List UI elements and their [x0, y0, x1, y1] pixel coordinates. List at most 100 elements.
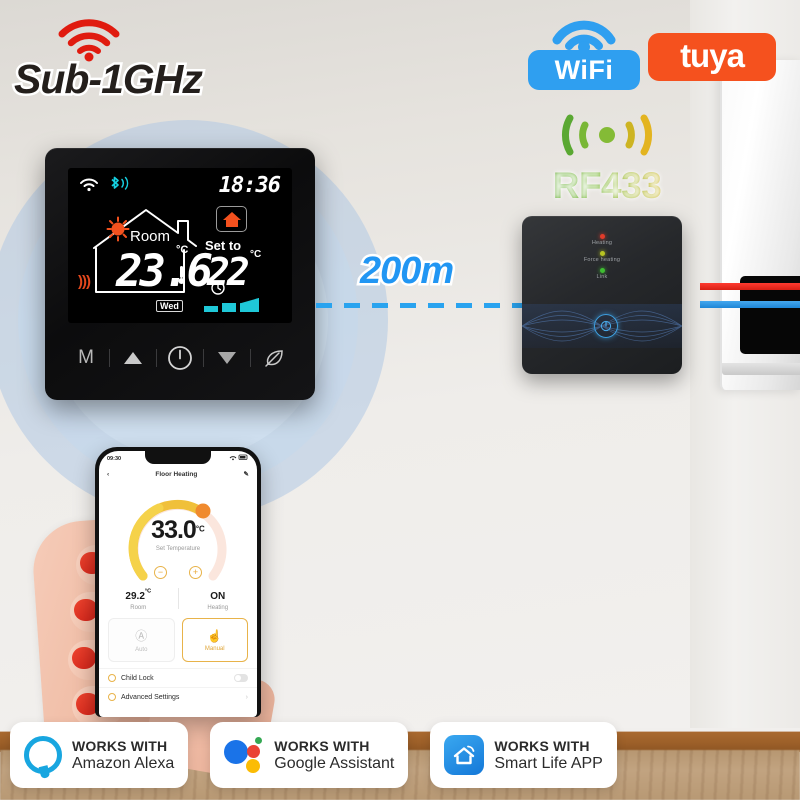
fan-speed-bars: [204, 298, 259, 312]
smartphone[interactable]: 09:30 ‹ Floor Heating ✎ 33.0°C Set Tempe…: [95, 447, 261, 717]
pencil-icon[interactable]: ✎: [244, 470, 249, 478]
advanced-settings-row[interactable]: Advanced Settings ›: [99, 687, 257, 706]
product-marketing-image: Sub-1GHz WiFi tuya RF433 18:36))) Room …: [0, 0, 800, 800]
link-led-label: Link: [596, 274, 608, 280]
room-unit: °C: [144, 588, 152, 595]
advanced-settings-label: Advanced Settings: [121, 693, 180, 701]
heating-value: ON: [210, 591, 226, 602]
lcd-set-unit: °C: [250, 249, 262, 260]
smartlife-name: Smart Life APP: [494, 754, 603, 772]
wifi-icon: [79, 177, 99, 197]
chevron-right-icon: ›: [245, 693, 248, 701]
temperature-dial[interactable]: 33.0°C Set Temperature − +: [99, 482, 257, 584]
back-chevron-icon[interactable]: ‹: [107, 471, 109, 478]
heating-readout-label: Heating: [207, 605, 229, 611]
mode-button[interactable]: M: [68, 347, 104, 369]
app-header: ‹ Floor Heating ✎: [99, 466, 257, 482]
button-divider: [109, 349, 110, 367]
fan-bar-low: [204, 306, 218, 312]
down-button[interactable]: [209, 351, 245, 365]
power-button[interactable]: [162, 345, 198, 371]
heating-led-label: Heating: [591, 240, 613, 246]
phone-readouts: 29.2°C Room ON Heating: [99, 586, 257, 611]
google-text: WORKS WITH Google Assistant: [274, 738, 394, 773]
rf433-label: RF433: [532, 165, 682, 207]
thermostat-device[interactable]: 18:36 ))) Room 23.6 °C Set to 22 °C Wed …: [45, 148, 315, 400]
smartlife-works-with: WORKS WITH: [494, 737, 590, 754]
hot-water-pipe: [700, 283, 800, 290]
alexa-name: Amazon Alexa: [72, 754, 175, 772]
home-icon: [216, 206, 247, 232]
smart-life-text: WORKS WITH Smart Life APP: [494, 738, 603, 773]
child-lock-icon: [108, 674, 116, 682]
auto-mode-button[interactable]: Ⓐ Auto: [108, 618, 175, 662]
dial-adjust-buttons: − +: [99, 566, 257, 579]
distance-label: 200m: [357, 248, 456, 295]
google-assistant-icon: [224, 736, 264, 774]
heating-led: [599, 234, 605, 239]
thermostat-lcd-screen: 18:36 ))) Room 23.6 °C Set to 22 °C Wed: [68, 168, 292, 323]
app-title: Floor Heating: [155, 470, 198, 478]
wifi-badge: WiFi: [528, 14, 640, 90]
amazon-alexa-icon: [24, 736, 62, 774]
sub1ghz-label: Sub-1GHz: [12, 54, 206, 105]
lcd-day-badge: Wed: [156, 300, 183, 312]
button-divider: [156, 349, 157, 367]
power-icon[interactable]: [594, 314, 618, 338]
rf433-badge: RF433: [532, 112, 682, 206]
cold-water-pipe: [700, 301, 800, 308]
manual-mode-button[interactable]: ☝ Manual: [181, 618, 248, 662]
receiver-led-panel: Heating Force heating Link: [522, 234, 682, 285]
lcd-room-label: Room: [130, 228, 171, 245]
lcd-room-temperature: 23.6: [116, 246, 213, 297]
smart-life-badge: WORKS WITH Smart Life APP: [430, 722, 617, 788]
lcd-room-unit: °C: [176, 244, 189, 256]
auto-mode-label: Auto: [135, 647, 148, 653]
dial-caption: Set Temperature: [155, 546, 201, 552]
sun-icon: [104, 216, 132, 247]
partner-badge-row: WORKS WITH Amazon Alexa WORKS WITH Googl…: [10, 722, 617, 788]
boiler-base: [722, 363, 800, 375]
status-time: 09:30: [107, 455, 122, 462]
alexa-text: WORKS WITH Amazon Alexa: [72, 738, 174, 773]
dial-unit: °C: [195, 524, 205, 534]
thermostat-touch-buttons: M: [68, 338, 292, 378]
dial-readout: 33.0°C Set Temperature: [99, 516, 257, 552]
auto-circle-icon: Ⓐ: [135, 629, 148, 643]
bluetooth-icon: [108, 175, 130, 198]
decrease-temp-button[interactable]: −: [154, 566, 167, 579]
alexa-works-with: WORKS WITH: [72, 737, 168, 754]
child-lock-toggle[interactable]: [234, 674, 248, 682]
alexa-badge: WORKS WITH Amazon Alexa: [10, 722, 189, 788]
eco-leaf-button[interactable]: [256, 348, 292, 368]
status-icons: [229, 454, 249, 463]
thermometer-icon: [178, 265, 185, 290]
lcd-clock: 18:36: [218, 173, 281, 198]
sub1ghz-badge: Sub-1GHz: [12, 12, 244, 105]
wifi-label-pill: WiFi: [528, 50, 640, 90]
increase-temp-button[interactable]: +: [189, 566, 202, 579]
dial-temperature: 33.0: [151, 516, 197, 544]
up-button[interactable]: [115, 351, 151, 365]
rf-signal-icon: [548, 114, 666, 162]
tuya-badge: tuya: [648, 33, 776, 81]
wireless-link-line: [316, 303, 536, 308]
room-value: 29.2: [125, 591, 145, 602]
fan-bar-high: [240, 298, 259, 312]
link-led: [599, 268, 605, 273]
fingernail: [72, 647, 96, 669]
phone-notch: [145, 451, 211, 464]
hand-tap-icon: ☝: [207, 628, 223, 643]
button-divider: [203, 349, 204, 367]
mode-selector: Ⓐ Auto ☝ Manual: [99, 611, 257, 662]
phone-screen: 09:30 ‹ Floor Heating ✎ 33.0°C Set Tempe…: [99, 451, 257, 717]
child-lock-row[interactable]: Child Lock: [99, 668, 257, 687]
google-works-with: WORKS WITH: [274, 737, 370, 754]
heat-waves-icon: ))): [78, 273, 91, 290]
force-heating-led: [599, 251, 605, 256]
rf-receiver-unit[interactable]: Heating Force heating Link: [522, 216, 682, 374]
fan-bar-mid: [222, 303, 236, 312]
room-readout-label: Room: [130, 605, 147, 611]
force-heating-led-label: Force heating: [583, 257, 621, 263]
manual-mode-label: Manual: [204, 645, 225, 652]
